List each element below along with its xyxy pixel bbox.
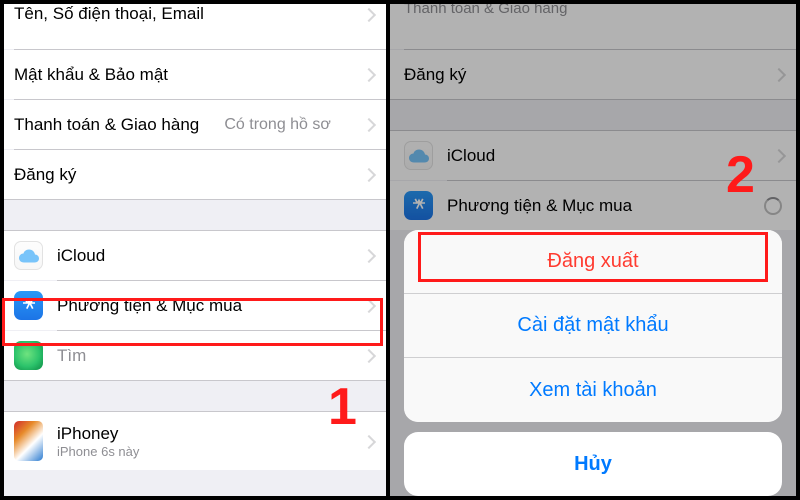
settings-panel-step2: Thanh toán & Giao hàng Đăng ký iCloud Ph… (390, 0, 796, 500)
chevron-right-icon (364, 299, 372, 312)
row-payment-shipping[interactable]: Thanh toán & Giao hàng Có trong hồ sơ (0, 100, 386, 149)
row-detail: Có trong hồ sơ (224, 116, 331, 134)
sheet-label: Xem tài khoản (529, 379, 657, 402)
sheet-label: Đăng xuất (547, 250, 638, 273)
chevron-right-icon (364, 249, 372, 262)
row-label: Mật khẩu & Bảo mật (14, 65, 168, 85)
row-label: Tìm (57, 346, 86, 366)
chevron-right-icon (364, 349, 372, 362)
cloud-icon (14, 241, 43, 270)
row-label: Phương tiện & Mục mua (57, 296, 242, 316)
sheet-set-password-button[interactable]: Cài đặt mật khẩu (404, 294, 782, 358)
find-my-icon (14, 341, 43, 370)
step-number-2: 2 (726, 145, 755, 205)
sheet-sign-out-button[interactable]: Đăng xuất (404, 230, 782, 294)
device-model: iPhone 6s này (57, 444, 139, 459)
sheet-view-account-button[interactable]: Xem tài khoản (404, 358, 782, 422)
sheet-cancel-button[interactable]: Hủy (404, 432, 782, 496)
sheet-label: Cài đặt mật khẩu (517, 314, 668, 337)
appstore-icon (14, 291, 43, 320)
settings-panel-step1: Tên, Số điện thoại, Email Mật khẩu & Bảo… (0, 0, 390, 500)
chevron-right-icon (364, 118, 372, 131)
row-label: Đăng ký (14, 165, 76, 185)
row-media-purchases[interactable]: Phương tiện & Mục mua (0, 281, 386, 330)
row-label: iCloud (57, 246, 105, 266)
chevron-right-icon (364, 8, 372, 21)
row-subscribe[interactable]: Đăng ký (0, 150, 386, 199)
chevron-right-icon (364, 435, 372, 448)
row-password-security[interactable]: Mật khẩu & Bảo mật (0, 50, 386, 99)
device-icon (14, 421, 43, 461)
device-info: iPhoney iPhone 6s này (57, 424, 139, 459)
cancel-label: Hủy (574, 453, 612, 476)
step-number-1: 1 (328, 377, 357, 437)
row-label: Tên, Số điện thoại, Email (14, 4, 204, 24)
row-find[interactable]: Tìm (0, 331, 386, 380)
row-icloud[interactable]: iCloud (0, 231, 386, 280)
device-name: iPhoney (57, 424, 139, 444)
chevron-right-icon (364, 168, 372, 181)
row-name-phone-email[interactable]: Tên, Số điện thoại, Email (0, 0, 386, 49)
row-label: Thanh toán & Giao hàng (14, 115, 199, 135)
chevron-right-icon (364, 68, 372, 81)
section-gap (0, 200, 386, 230)
action-sheet: Đăng xuất Cài đặt mật khẩu Xem tài khoản (404, 230, 782, 422)
